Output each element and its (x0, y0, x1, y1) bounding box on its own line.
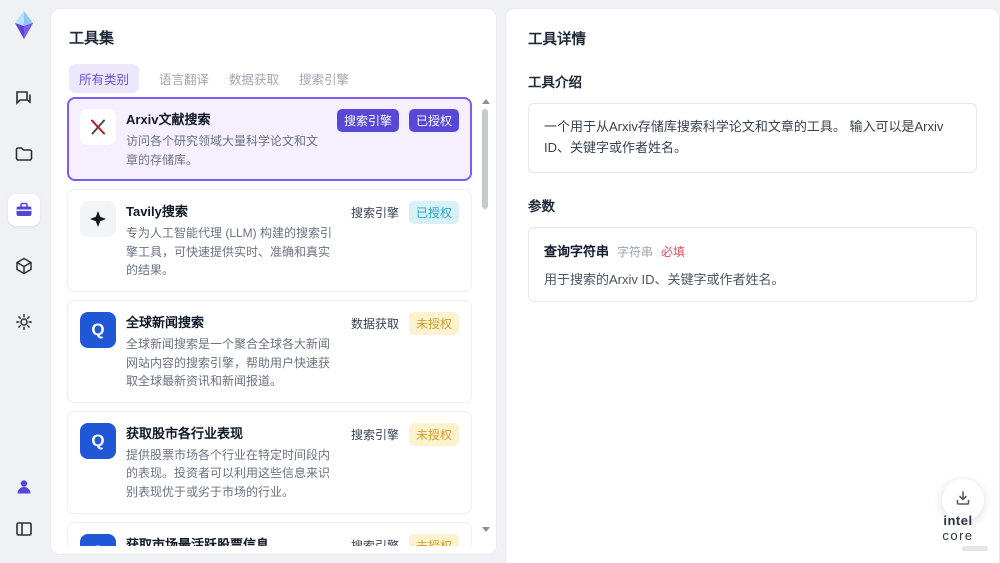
tool-list-item-tavily[interactable]: Tavily搜索 专为人工智能代理 (LLM) 构建的搜索引擎工具，可快速提供实… (67, 189, 472, 292)
category-badge: 搜索引擎 (350, 206, 399, 221)
blue-q-logo-icon: Q (80, 311, 116, 348)
tool-list: Arxiv文献搜索 访问各个研究领域大量科学论文和文章的存储库。 搜索引擎 已授… (67, 97, 472, 546)
sidebar-item-toolset[interactable] (8, 194, 40, 226)
panel-toggle-icon (14, 519, 34, 539)
briefcase-icon (14, 200, 34, 220)
parameter-card: 查询字符串 字符串 必填 用于搜索的Arxiv ID、关键字或作者姓名。 (528, 226, 977, 302)
parameter-type: 字符串 (617, 244, 654, 259)
params-heading: 参数 (528, 198, 555, 214)
intel-core-logo: intel core (928, 513, 988, 551)
chat-icon (14, 88, 34, 108)
category-badge: 数据获取 (350, 316, 399, 331)
category-badge: 搜索引擎 (350, 538, 399, 546)
tool-name: 全球新闻搜索 (126, 314, 205, 330)
cube-icon (14, 256, 34, 276)
tool-list-item-arxiv[interactable]: Arxiv文献搜索 访问各个研究领域大量科学论文和文章的存储库。 搜索引擎 已授… (67, 97, 472, 182)
tool-details-panel: 工具详情 工具介绍 一个用于从Arxiv存储库搜索科学论文和文章的工具。 输入可… (505, 8, 1000, 563)
tool-name: Tavily搜索 (126, 204, 188, 220)
tool-list-item-most-active-stocks[interactable]: Q 获取市场最活跃股票信息 提供当天交易量最高的股票列表，投资者可以利用这些信息… (67, 521, 472, 546)
app-logo-icon (9, 10, 39, 40)
intel-logo-subtext (962, 546, 988, 551)
parameter-name: 查询字符串 (544, 243, 610, 259)
sidebar-item-settings[interactable] (8, 306, 40, 338)
auth-status-badge: 未授权 (408, 311, 459, 335)
folder-icon (14, 144, 34, 164)
tool-name: Arxiv文献搜索 (126, 112, 211, 127)
tool-description: 专为人工智能代理 (LLM) 构建的搜索引擎工具，可快速提供实时、准确和真实的结… (126, 226, 333, 278)
scrollbar-up-arrow[interactable] (482, 99, 490, 104)
core-brand-text: core (942, 528, 974, 543)
toolset-title: 工具集 (69, 30, 115, 47)
scrollbar-down-arrow[interactable] (482, 527, 490, 532)
tool-name: 获取股市各行业表现 (126, 425, 244, 441)
category-tabs: 所有类别 语言翻译 数据获取 搜索引擎 (51, 48, 496, 93)
intro-text: 一个用于从Arxiv存储库搜索科学论文和文章的工具。 输入可以是Arxiv ID… (544, 119, 944, 155)
scrollbar-thumb[interactable] (482, 109, 488, 209)
gear-icon (14, 312, 34, 332)
tab-search-engine[interactable]: 搜索引擎 (299, 64, 349, 93)
sidebar-item-chat[interactable] (8, 82, 40, 114)
sidebar-item-collapse[interactable] (8, 513, 40, 545)
sidebar-item-packages[interactable] (8, 250, 40, 282)
intro-heading: 工具介绍 (528, 75, 582, 90)
parameter-description: 用于搜索的Arxiv ID、关键字或作者姓名。 (544, 271, 785, 287)
user-icon (14, 477, 34, 497)
auth-status-badge: 已授权 (408, 201, 459, 225)
blue-q-logo-icon: Q (80, 422, 116, 459)
toolset-panel: 工具集 所有类别 语言翻译 数据获取 搜索引擎 Arxiv文献搜索 访问各个研究… (50, 8, 497, 555)
tool-description: 提供股票市场各个行业在特定时间段内的表现。投资者可以利用这些信息来识别表现优于或… (126, 447, 331, 499)
tab-data-acquisition[interactable]: 数据获取 (229, 64, 279, 93)
auth-status-badge: 未授权 (408, 422, 459, 446)
intro-box: 一个用于从Arxiv存储库搜索科学论文和文章的工具。 输入可以是Arxiv ID… (528, 103, 977, 173)
tool-list-item-global-news[interactable]: Q 全球新闻搜索 全球新闻搜索是一个聚合全球各大新闻网站内容的搜索引擎，帮助用户… (67, 299, 472, 403)
app-sidebar (0, 0, 48, 563)
arxiv-logo-icon (80, 109, 116, 145)
tab-all-categories[interactable]: 所有类别 (69, 64, 140, 93)
tool-list-item-sector-performance[interactable]: Q 获取股市各行业表现 提供股票市场各个行业在特定时间段内的表现。投资者可以利用… (67, 410, 472, 514)
auth-status-badge: 未授权 (408, 533, 459, 546)
tool-name: 获取市场最活跃股票信息 (126, 536, 270, 546)
list-scrollbar[interactable] (480, 99, 490, 532)
category-badge: 搜索引擎 (336, 109, 399, 132)
details-title: 工具详情 (528, 32, 586, 48)
tool-description: 全球新闻搜索是一个聚合全球各大新闻网站内容的搜索引擎，帮助用户快速获取全球最新资… (126, 336, 331, 389)
download-icon (954, 489, 972, 512)
auth-status-badge: 已授权 (408, 109, 459, 132)
category-badge: 搜索引擎 (350, 427, 399, 442)
sidebar-item-account[interactable] (8, 471, 40, 503)
tavily-star-icon (80, 201, 116, 238)
blue-q-logo-icon: Q (80, 533, 116, 546)
tab-language-translation[interactable]: 语言翻译 (159, 64, 209, 93)
intel-brand-text: intel (943, 513, 973, 528)
parameter-required-flag: 必填 (661, 244, 686, 259)
tool-description: 访问各个研究领域大量科学论文和文章的存储库。 (126, 134, 319, 167)
sidebar-item-files[interactable] (8, 138, 40, 170)
